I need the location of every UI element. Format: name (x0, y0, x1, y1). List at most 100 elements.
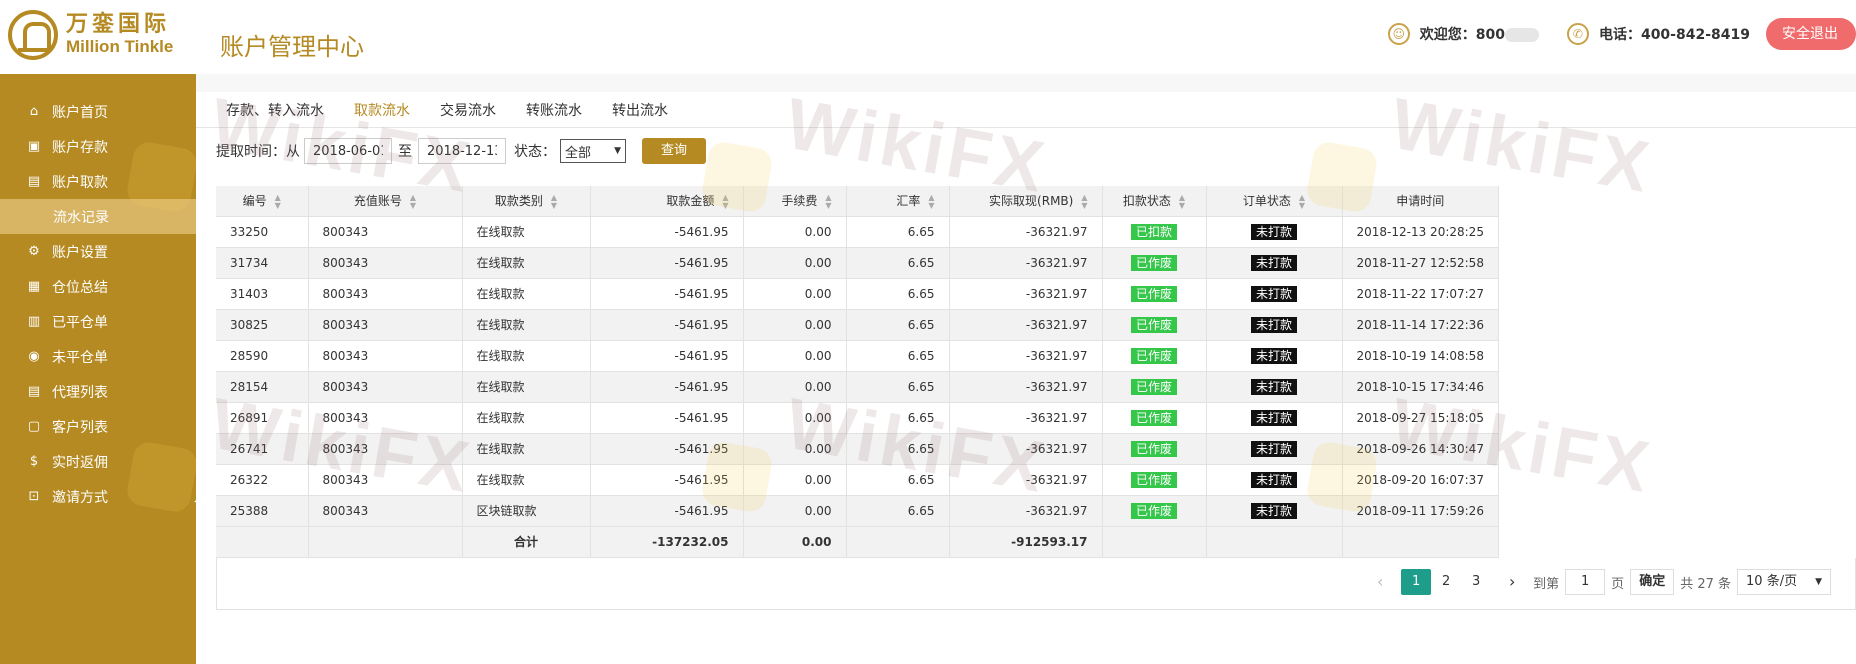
table-cell: 已作废 (1102, 309, 1207, 341)
sort-icon[interactable]: ▲ ▼ (928, 193, 934, 210)
page-size-select[interactable]: 10 条/页 ▼ (1737, 569, 1831, 595)
table-cell: 0.00 (743, 495, 847, 527)
sort-icon[interactable]: ▲ ▼ (410, 193, 416, 210)
tab-2[interactable]: 交易流水 (440, 100, 496, 120)
next-page-icon[interactable]: › (1497, 569, 1527, 595)
sidebar-icon: ⚙ (28, 244, 40, 259)
tab-1[interactable]: 取款流水 (354, 100, 410, 120)
sidebar-item-label: 账户存款 (52, 139, 108, 156)
tab-4[interactable]: 转出流水 (612, 100, 668, 120)
deduct-status-badge: 已作废 (1130, 285, 1177, 302)
goto-confirm-button[interactable]: 确定 (1630, 569, 1675, 595)
sort-icon[interactable]: ▲ ▼ (1299, 193, 1305, 210)
sort-icon[interactable]: ▲ ▼ (551, 193, 557, 210)
query-button[interactable]: 查询 (642, 138, 706, 164)
column-header[interactable]: 充值账号 ▲ ▼ (308, 186, 463, 217)
table-cell: 未打款 (1206, 278, 1343, 310)
sidebar-item-9[interactable]: ▢ 客户列表 (0, 409, 196, 444)
table-cell: 0.00 (743, 216, 847, 248)
sidebar-item-3[interactable]: 流水记录 (0, 199, 196, 234)
sidebar-item-label: 流水记录 (53, 209, 109, 226)
sidebar-item-label: 仓位总结 (52, 279, 108, 296)
table-cell: 30825 (216, 309, 309, 341)
table-cell: -5461.95 (590, 433, 744, 465)
table-cell: 已作废 (1102, 371, 1207, 403)
column-header[interactable]: 扣款状态 ▲ ▼ (1102, 186, 1207, 217)
sidebar-item-label: 代理列表 (52, 384, 108, 401)
sidebar-item-11[interactable]: ⊡ 邀请方式 (0, 479, 196, 514)
sidebar-icon: ▣ (27, 139, 41, 154)
sidebar-icon: ◉ (28, 349, 40, 364)
page-button-3[interactable]: 3 (1461, 569, 1491, 595)
column-header[interactable]: 申请时间 (1342, 186, 1499, 217)
sort-icon[interactable]: ▲ ▼ (825, 193, 831, 210)
table-cell: 31734 (216, 247, 309, 279)
table-row: 28590 800343 在线取款 -5461.95 0.00 6.65 -36321.97… (216, 340, 1499, 372)
table-cell: 在线取款 (462, 402, 591, 434)
column-header[interactable]: 订单状态 ▲ ▼ (1206, 186, 1343, 217)
column-header[interactable]: 取款金额 ▲ ▼ (590, 186, 744, 217)
sidebar-item-10[interactable]: $ 实时返佣 (0, 444, 196, 479)
from-date-input[interactable] (304, 138, 392, 164)
sort-icon[interactable]: ▲ ▼ (1179, 193, 1185, 210)
table-cell: 已作废 (1102, 433, 1207, 465)
tab-3[interactable]: 转账流水 (526, 100, 582, 120)
sidebar-item-1[interactable]: ▣ 账户存款 (0, 129, 196, 164)
table-cell: -36321.97 (949, 340, 1103, 372)
column-header[interactable]: 取款类别 ▲ ▼ (462, 186, 591, 217)
table-cell: 2018-11-27 12:52:58 (1342, 247, 1499, 279)
table-cell: 800343 (308, 216, 463, 248)
sidebar-item-label: 实时返佣 (52, 454, 108, 471)
deduct-status-badge: 已作废 (1130, 471, 1177, 488)
table-cell: 已作废 (1102, 464, 1207, 496)
total-cell: 合计 (462, 526, 591, 558)
page-button-1[interactable]: 1 (1401, 569, 1432, 595)
goto-page-input[interactable]: 1 (1565, 569, 1606, 595)
table-cell: -5461.95 (590, 340, 744, 372)
logout-button[interactable]: 安全退出 (1766, 18, 1856, 50)
sidebar-item-2[interactable]: ▤ 账户取款 (0, 164, 196, 199)
table-cell: 已作废 (1102, 495, 1207, 527)
column-header[interactable]: 手续费 ▲ ▼ (743, 186, 847, 217)
sidebar-item-7[interactable]: ◉ 未平仓单 (0, 339, 196, 374)
sidebar-nav: ⌂ 账户首页 ▣ 账户存款 ▤ 账户取款流水记录 ⚙ 账户设置 ▦ 仓位总结 ▥ 已平仓单 ◉ 未平仓单 ▤… (0, 74, 196, 514)
sort-icon[interactable]: ▲ ▼ (722, 193, 728, 210)
table-cell: 6.65 (846, 216, 950, 248)
table-cell: -36321.97 (949, 309, 1103, 341)
sidebar-item-label: 账户首页 (52, 104, 108, 121)
sidebar-item-8[interactable]: ▤ 代理列表 (0, 374, 196, 409)
column-header[interactable]: 编号 ▲ ▼ (216, 186, 309, 217)
tab-0[interactable]: 存款、转入流水 (226, 100, 324, 120)
sidebar-item-0[interactable]: ⌂ 账户首页 (0, 94, 196, 129)
prev-page-icon[interactable]: ‹ (1365, 569, 1395, 595)
table-cell: 800343 (308, 309, 463, 341)
to-date-input[interactable] (418, 138, 506, 164)
deduct-status-badge: 已作废 (1130, 502, 1177, 519)
column-header[interactable]: 实际取现(RMB) ▲ ▼ (949, 186, 1103, 217)
sidebar-item-4[interactable]: ⚙ 账户设置 (0, 234, 196, 269)
sidebar-item-label: 客户列表 (52, 419, 108, 436)
table-cell: 31403 (216, 278, 309, 310)
table-cell: 0.00 (743, 464, 847, 496)
order-status-badge: 未打款 (1250, 409, 1297, 426)
table-cell: 在线取款 (462, 340, 591, 372)
logo[interactable]: 万銮国际 Million Tinkle (8, 10, 173, 60)
table-cell: 6.65 (846, 278, 950, 310)
welcome-text: 欢迎您：800 (1420, 24, 1539, 44)
content-panel: 存款、转入流水 取款流水 交易流水 转账流水 转出流水 提取时间：从 至 状态： 全部 … (196, 92, 1856, 664)
page-button-2[interactable]: 2 (1431, 569, 1461, 595)
sidebar-icon: ▢ (27, 419, 41, 434)
deduct-status-badge: 已扣款 (1130, 223, 1177, 240)
table-cell: 在线取款 (462, 371, 591, 403)
table-row: 26891 800343 在线取款 -5461.95 0.00 6.65 -36321.97… (216, 402, 1499, 434)
sort-icon[interactable]: ▲ ▼ (275, 193, 281, 210)
table-cell: 800343 (308, 247, 463, 279)
sidebar-item-6[interactable]: ▥ 已平仓单 (0, 304, 196, 339)
table-cell: 已作废 (1102, 278, 1207, 310)
status-select[interactable]: 全部 ▼ (560, 139, 626, 163)
column-header[interactable]: 汇率 ▲ ▼ (846, 186, 950, 217)
total-count: 共 27 条 (1680, 576, 1732, 592)
phone-text: 电话：400-842-8419 (1598, 27, 1750, 43)
sidebar-item-5[interactable]: ▦ 仓位总结 (0, 269, 196, 304)
sort-icon[interactable]: ▲ ▼ (1081, 193, 1087, 210)
